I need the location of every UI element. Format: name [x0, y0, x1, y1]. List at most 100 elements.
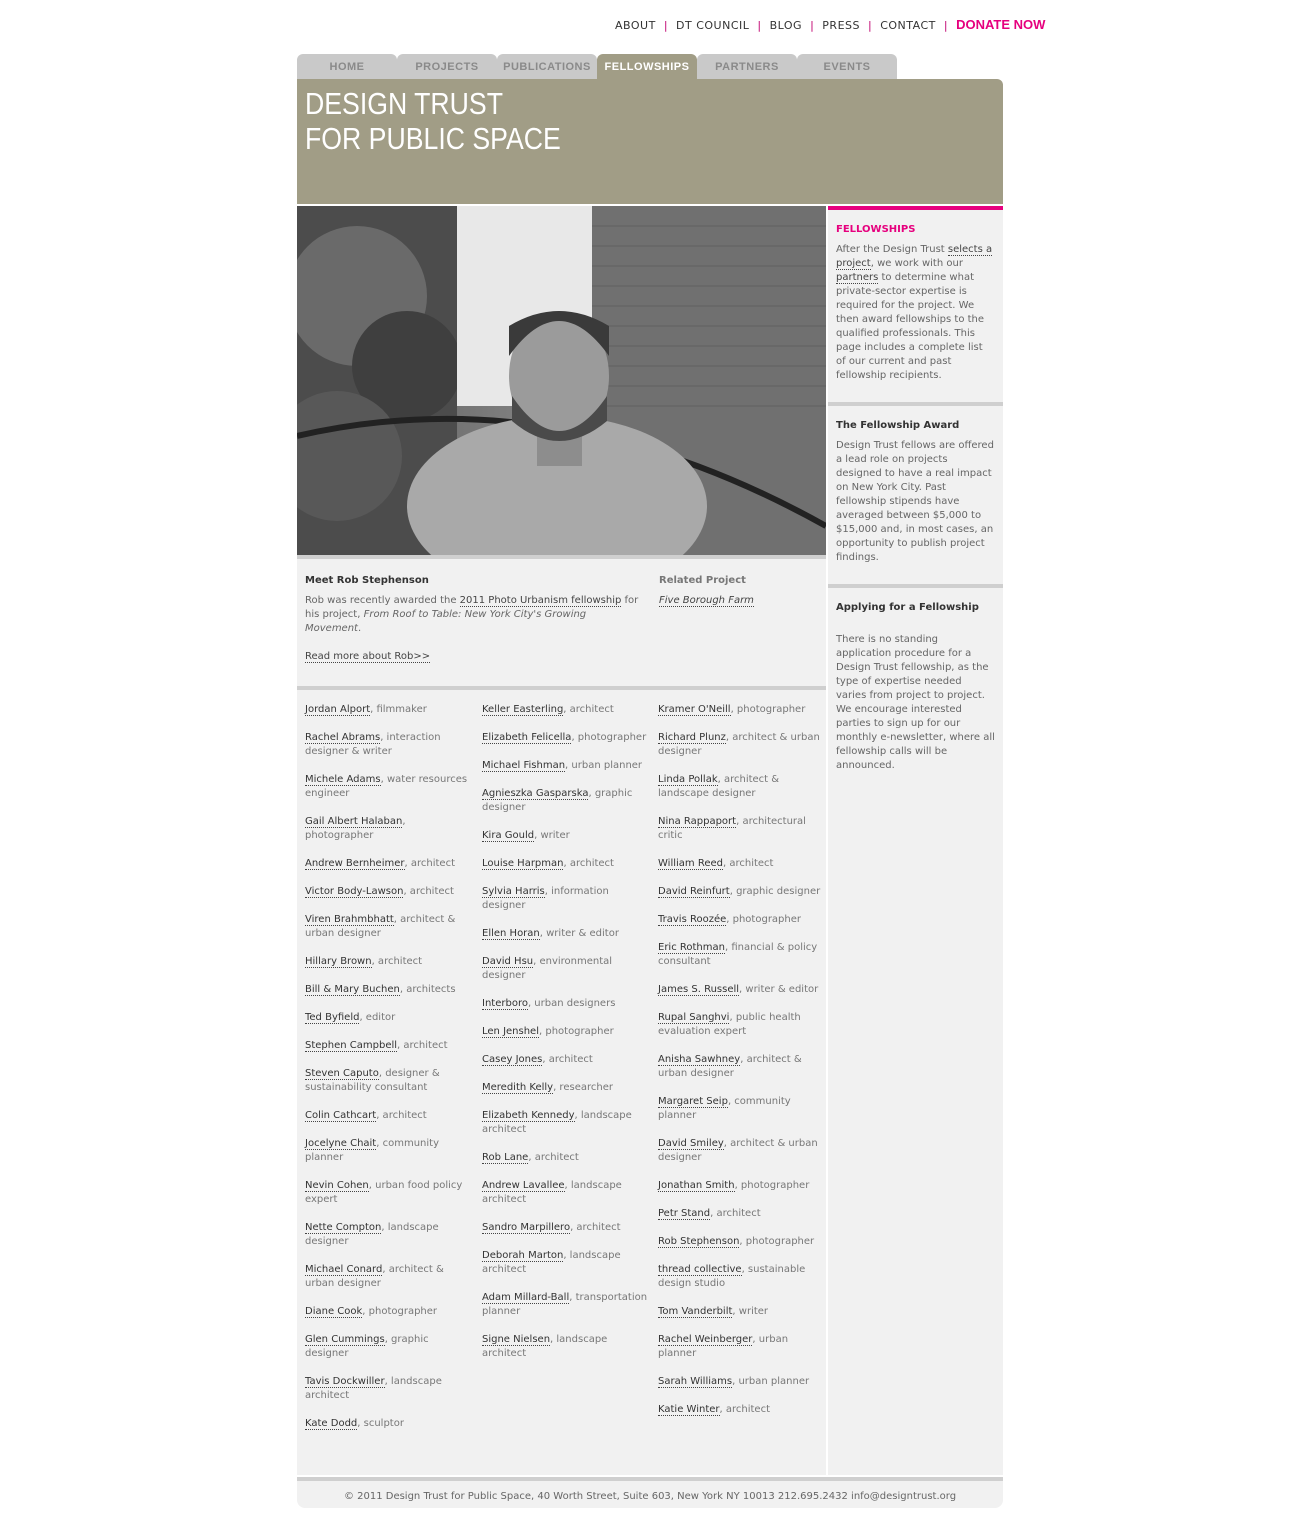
nav-about-link[interactable]: ABOUT	[615, 19, 656, 32]
fellow-name-link[interactable]: Diane Cook	[305, 1306, 363, 1318]
site-logo[interactable]: DESIGN TRUST FOR PUBLIC SPACE	[305, 86, 561, 156]
fellow-name-link[interactable]: Travis Roozée	[658, 914, 727, 926]
nav-blog-link[interactable]: BLOG	[770, 19, 802, 32]
fellow-name-link[interactable]: Gail Albert Halaban	[305, 816, 403, 828]
fellow-name-link[interactable]: Nina Rappaport	[658, 816, 737, 828]
fellow-name-link[interactable]: Michael Conard	[305, 1264, 383, 1276]
sidebar-fellowships-title: FELLOWSHIPS	[836, 224, 916, 235]
fellow-name-link[interactable]: Ted Byfield	[305, 1012, 360, 1024]
fellow-name-link[interactable]: William Reed	[658, 858, 723, 870]
fellow-name-link[interactable]: Kate Dodd	[305, 1418, 358, 1430]
fellow-name-link[interactable]: Colin Cathcart	[305, 1110, 377, 1122]
fellow-name-link[interactable]: Tom Vanderbilt	[658, 1306, 733, 1318]
tab-projects[interactable]: PROJECTS	[397, 54, 497, 79]
fellow-name-link[interactable]: Adam Millard-Ball	[482, 1292, 570, 1304]
fellow-name-link[interactable]: Steven Caputo	[305, 1068, 379, 1080]
fellow-entry: Ted Byfield, editor	[305, 1011, 475, 1025]
fellow-name-link[interactable]: Richard Plunz	[658, 732, 726, 744]
fellow-name-link[interactable]: Rupal Sanghvi	[658, 1012, 730, 1024]
fellow-entry: Kate Dodd, sculptor	[305, 1417, 475, 1431]
fellow-name-link[interactable]: Jonathan Smith	[658, 1180, 735, 1192]
fellow-entry: Rachel Abrams, interaction designer & wr…	[305, 731, 475, 759]
fellow-name-link[interactable]: thread collective	[658, 1264, 742, 1276]
five-borough-farm-link[interactable]: Five Borough Farm	[659, 595, 754, 607]
fellow-name-link[interactable]: Louise Harpman	[482, 858, 564, 870]
meet-text-part: Rob was recently awarded the	[305, 595, 460, 606]
fellow-name-link[interactable]: Victor Body-Lawson	[305, 886, 404, 898]
fellow-name-link[interactable]: Bill & Mary Buchen	[305, 984, 400, 996]
fellow-role: , photographer	[538, 1026, 614, 1037]
fellow-name-link[interactable]: Katie Winter	[658, 1404, 720, 1416]
fellow-name-link[interactable]: Nevin Cohen	[305, 1180, 369, 1192]
fellow-name-link[interactable]: Agnieszka Gasparska	[482, 788, 589, 800]
fellow-name-link[interactable]: Interboro	[482, 998, 528, 1010]
fellow-entry: Nevin Cohen, urban food policy expert	[305, 1179, 475, 1207]
tab-events[interactable]: EVENTS	[797, 54, 897, 79]
fellow-name-link[interactable]: Michele Adams	[305, 774, 381, 786]
fellow-name-link[interactable]: David Hsu	[482, 956, 534, 968]
fellow-name-link[interactable]: Eric Rothman	[658, 942, 725, 954]
fellow-name-link[interactable]: Elizabeth Felicella	[482, 732, 572, 744]
fellow-name-link[interactable]: David Smiley	[658, 1138, 724, 1150]
fellow-entry: Len Jenshel, photographer	[482, 1025, 652, 1039]
nav-dt-council-link[interactable]: DT COUNCIL	[676, 19, 749, 32]
fellow-entry: Rob Lane, architect	[482, 1151, 652, 1165]
partners-link[interactable]: partners	[836, 272, 879, 284]
fellow-name-link[interactable]: Linda Pollak	[658, 774, 718, 786]
photo-urbanism-fellowship-link[interactable]: 2011 Photo Urbanism fellowship	[459, 595, 622, 607]
fellow-name-link[interactable]: Margaret Seip	[658, 1096, 728, 1108]
fellow-name-link[interactable]: Casey Jones	[482, 1054, 543, 1066]
nav-press-link[interactable]: PRESS	[822, 19, 860, 32]
donate-now-link[interactable]: DONATE NOW	[956, 17, 1045, 32]
fellow-name-link[interactable]: Tavis Dockwiller	[305, 1376, 385, 1388]
fellow-name-link[interactable]: Nette Compton	[305, 1222, 382, 1234]
fellow-entry: Jonathan Smith, photographer	[658, 1179, 828, 1193]
fellow-entry: William Reed, architect	[658, 857, 828, 871]
fellow-name-link[interactable]: Kira Gould	[482, 830, 535, 842]
fellow-entry: Andrew Lavallee, landscape architect	[482, 1179, 652, 1207]
fellow-name-link[interactable]: David Reinfurt	[658, 886, 730, 898]
fellow-name-link[interactable]: Petr Stand	[658, 1208, 711, 1220]
fellow-name-link[interactable]: Anisha Sawhney	[658, 1054, 741, 1066]
tab-fellowships[interactable]: FELLOWSHIPS	[597, 54, 697, 79]
applying-text: There is no standing application procedu…	[836, 634, 995, 771]
tab-partners[interactable]: PARTNERS	[697, 54, 797, 79]
fellow-name-link[interactable]: Len Jenshel	[482, 1026, 539, 1038]
fellow-name-link[interactable]: Deborah Marton	[482, 1250, 564, 1262]
nav-contact-link[interactable]: CONTACT	[880, 19, 936, 32]
fellow-name-link[interactable]: Signe Nielsen	[482, 1334, 551, 1346]
fellow-name-link[interactable]: Meredith Kelly	[482, 1082, 554, 1094]
fellow-name-link[interactable]: Rob Lane	[482, 1152, 529, 1164]
fellow-name-link[interactable]: Sarah Williams	[658, 1376, 733, 1388]
fellow-name-link[interactable]: Glen Cummings	[305, 1334, 385, 1346]
fellow-name-link[interactable]: Jordan Alport	[305, 704, 371, 716]
fellow-name-link[interactable]: Elizabeth Kennedy	[482, 1110, 575, 1122]
fellow-name-link[interactable]: Andrew Lavallee	[482, 1180, 565, 1192]
fellow-name-link[interactable]: Stephen Campbell	[305, 1040, 398, 1052]
read-more-link[interactable]: Read more about Rob>>	[305, 651, 431, 663]
fellow-name-link[interactable]: Kramer O'Neill	[658, 704, 731, 716]
related-project-panel: Related Project Five Borough Farm	[651, 559, 826, 686]
fellow-name-link[interactable]: Michael Fishman	[482, 760, 566, 772]
tab-publications[interactable]: PUBLICATIONS	[497, 54, 597, 79]
logo-line-2: FOR PUBLIC SPACE	[305, 121, 561, 156]
fellow-name-link[interactable]: Ellen Horan	[482, 928, 540, 940]
fellow-role: , graphic designer	[729, 886, 821, 897]
nav-separator: |	[757, 19, 762, 32]
fellow-name-link[interactable]: Rob Stephenson	[658, 1236, 740, 1248]
tab-home[interactable]: HOME	[297, 54, 397, 79]
fellow-name-link[interactable]: James S. Russell	[658, 984, 740, 996]
fellow-name-link[interactable]: Andrew Bernheimer	[305, 858, 405, 870]
fellow-name-link[interactable]: Rachel Abrams	[305, 732, 381, 744]
fellow-name-link[interactable]: Sandro Marpillero	[482, 1222, 571, 1234]
nav-separator: |	[868, 19, 873, 32]
fellow-name-link[interactable]: Jocelyne Chait	[305, 1138, 377, 1150]
fellow-name-link[interactable]: Viren Brahmbhatt	[305, 914, 394, 926]
fellow-name-link[interactable]: Keller Easterling	[482, 704, 564, 716]
fellow-role: , architect	[722, 858, 774, 869]
fellow-entry: Kramer O'Neill, photographer	[658, 703, 828, 717]
fellow-name-link[interactable]: Sylvia Harris	[482, 886, 545, 898]
fellows-column-2: Keller Easterling, architect Elizabeth Fe…	[482, 703, 652, 1375]
fellow-name-link[interactable]: Hillary Brown	[305, 956, 372, 968]
fellow-name-link[interactable]: Rachel Weinberger	[658, 1334, 753, 1346]
